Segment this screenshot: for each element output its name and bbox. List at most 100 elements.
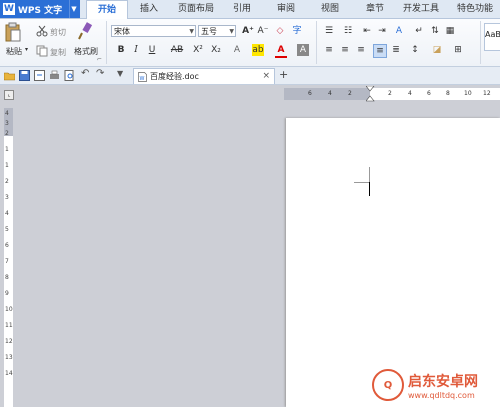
decrease-indent-icon[interactable]: ⇤ xyxy=(361,25,373,37)
font-color-icon[interactable]: A xyxy=(275,44,287,58)
new-tab-icon[interactable]: + xyxy=(279,68,288,81)
ruler-tick: 4 xyxy=(328,90,332,97)
close-icon[interactable]: × xyxy=(262,69,270,84)
font-name-value: 宋体 xyxy=(114,27,130,36)
cut-button[interactable]: 剪切 xyxy=(50,27,66,38)
increase-indent-icon[interactable]: ⇥ xyxy=(376,25,388,37)
font-name-select[interactable]: 宋体 ▼ xyxy=(111,25,196,37)
highlight-icon[interactable]: ab xyxy=(252,44,264,56)
ruler-tick: 12 xyxy=(483,90,491,97)
undo-icon[interactable]: ↶ xyxy=(81,68,92,79)
format-painter-button[interactable]: 格式刷 xyxy=(74,46,98,57)
tab-view[interactable]: 视图 xyxy=(312,0,348,18)
document-tab-label: 百度经验.doc xyxy=(150,72,199,81)
clear-format-icon[interactable]: ◇ xyxy=(274,25,286,37)
tab-page-layout[interactable]: 页面布局 xyxy=(172,0,220,18)
subscript-icon[interactable]: X₂ xyxy=(210,44,222,56)
divider xyxy=(316,21,317,64)
text-effect-icon[interactable]: A xyxy=(231,44,243,56)
tab-review[interactable]: 审阅 xyxy=(268,0,304,18)
chinese-layout-icon[interactable]: A xyxy=(393,25,405,37)
wps-logo-icon: W xyxy=(3,3,15,15)
chevron-down-icon[interactable]: ▼ xyxy=(189,26,194,38)
pinyin-icon[interactable]: 字 xyxy=(291,25,303,37)
grow-font-icon[interactable]: A⁺ xyxy=(242,25,254,37)
ruler-tick: 4 xyxy=(5,210,9,217)
superscript-icon[interactable]: X² xyxy=(192,44,204,56)
align-right-icon[interactable]: ≡ xyxy=(355,44,367,56)
paste-dropdown-icon[interactable]: ▾ xyxy=(25,46,28,53)
show-hide-marks-icon[interactable]: ↵ xyxy=(413,25,425,37)
tab-special[interactable]: 特色功能 xyxy=(450,0,500,18)
shrink-font-icon[interactable]: A⁻ xyxy=(257,25,269,37)
italic-icon[interactable]: I xyxy=(130,44,142,56)
shading-icon[interactable]: ◪ xyxy=(431,44,443,56)
style-gallery[interactable]: AaB xyxy=(484,23,500,51)
scissors-icon[interactable] xyxy=(36,25,48,37)
ruler-tick: 8 xyxy=(5,274,9,281)
horizontal-ruler[interactable]: 6 4 2 2 4 6 8 10 12 xyxy=(284,86,500,102)
print-preview-icon[interactable] xyxy=(64,70,75,81)
customize-dropdown-icon[interactable]: ▼ xyxy=(117,69,128,80)
ruler-tick: 5 xyxy=(5,226,9,233)
print-icon[interactable] xyxy=(49,70,60,81)
ruler-tick: 1 xyxy=(5,162,9,169)
copy-button[interactable]: 复制 xyxy=(50,47,66,58)
paste-icon[interactable] xyxy=(5,22,21,42)
ruler-tick: 14 xyxy=(5,370,13,377)
document-tab[interactable]: W 百度经验.doc × xyxy=(133,68,275,84)
watermark-url: www.qdltdq.com xyxy=(408,390,475,400)
table-border-icon[interactable]: ▦ xyxy=(444,25,456,37)
font-size-select[interactable]: 五号 ▼ xyxy=(198,25,236,37)
app-menu-button[interactable]: W WPS 文字 ▼ xyxy=(0,0,80,18)
quick-access-bar: ↶ ↷ ▼ W 百度经验.doc × + xyxy=(0,67,500,85)
bold-icon[interactable]: B xyxy=(115,44,127,56)
justify-icon[interactable]: ≡ xyxy=(373,44,387,58)
align-center-icon[interactable]: ≡ xyxy=(339,44,351,56)
char-shading-icon[interactable]: A xyxy=(297,44,309,56)
underline-icon[interactable]: U xyxy=(146,44,158,56)
bullet-list-icon[interactable]: ☰ xyxy=(323,25,335,37)
distribute-icon[interactable]: ≣ xyxy=(390,44,402,56)
ruler-tick: 12 xyxy=(5,338,13,345)
indent-marker-icon[interactable] xyxy=(366,86,375,102)
tab-insert[interactable]: 插入 xyxy=(131,0,167,18)
numbered-list-icon[interactable]: ☷ xyxy=(342,25,354,37)
save-as-icon[interactable] xyxy=(34,70,45,81)
ruler-tick: 2 xyxy=(388,90,392,97)
format-painter-icon[interactable] xyxy=(78,22,94,40)
watermark: Q 启东安卓网 www.qdltdq.com xyxy=(372,369,478,401)
tab-references[interactable]: 引用 xyxy=(224,0,260,18)
document-page[interactable] xyxy=(286,118,500,407)
ruler-tick: 3 xyxy=(5,120,9,127)
redo-icon[interactable]: ↷ xyxy=(96,68,107,79)
ruler-tick: 2 xyxy=(348,90,352,97)
line-spacing-icon[interactable]: ↕ xyxy=(409,44,421,56)
ribbon-toolbar: 粘贴 ▾ 剪切 复制 格式刷 ⌐ 宋体 ▼ 五号 ▼ A⁺ A⁻ ◇ 字 B I… xyxy=(0,19,500,67)
chevron-down-icon[interactable]: ▼ xyxy=(229,26,234,38)
clipboard-launcher-icon[interactable]: ⌐ xyxy=(97,56,102,63)
ruler-tick: 6 xyxy=(5,242,9,249)
tab-developer[interactable]: 开发工具 xyxy=(400,0,442,18)
border-icon[interactable]: ⊞ xyxy=(452,44,464,56)
sort-icon[interactable]: ⇅ xyxy=(429,25,441,37)
tab-sections[interactable]: 章节 xyxy=(357,0,393,18)
chevron-down-icon[interactable]: ▼ xyxy=(69,0,78,18)
tab-home[interactable]: 开始 xyxy=(86,0,128,20)
ruler-tick: 10 xyxy=(464,90,472,97)
ruler-tick: 2 xyxy=(5,178,9,185)
tab-stop-selector-icon[interactable]: ⌞ xyxy=(4,90,14,100)
divider xyxy=(480,21,481,64)
ruler-tick: 4 xyxy=(408,90,412,97)
save-icon[interactable] xyxy=(19,70,30,81)
menu-bar: W WPS 文字 ▼ 开始 插入 页面布局 引用 审阅 视图 章节 开发工具 特… xyxy=(0,0,500,20)
svg-text:W: W xyxy=(140,76,145,82)
ruler-tick: 2 xyxy=(5,130,9,137)
align-left-icon[interactable]: ≡ xyxy=(323,44,335,56)
paste-button[interactable]: 粘贴 xyxy=(6,46,22,57)
open-folder-icon[interactable] xyxy=(4,70,15,81)
app-title: WPS 文字 xyxy=(18,5,63,16)
strikethrough-icon[interactable]: AB xyxy=(168,44,186,56)
vertical-ruler[interactable]: 4 3 2 1 1 2 3 4 5 6 7 8 9 10 11 12 13 14 xyxy=(4,108,13,407)
copy-icon[interactable] xyxy=(36,45,48,57)
